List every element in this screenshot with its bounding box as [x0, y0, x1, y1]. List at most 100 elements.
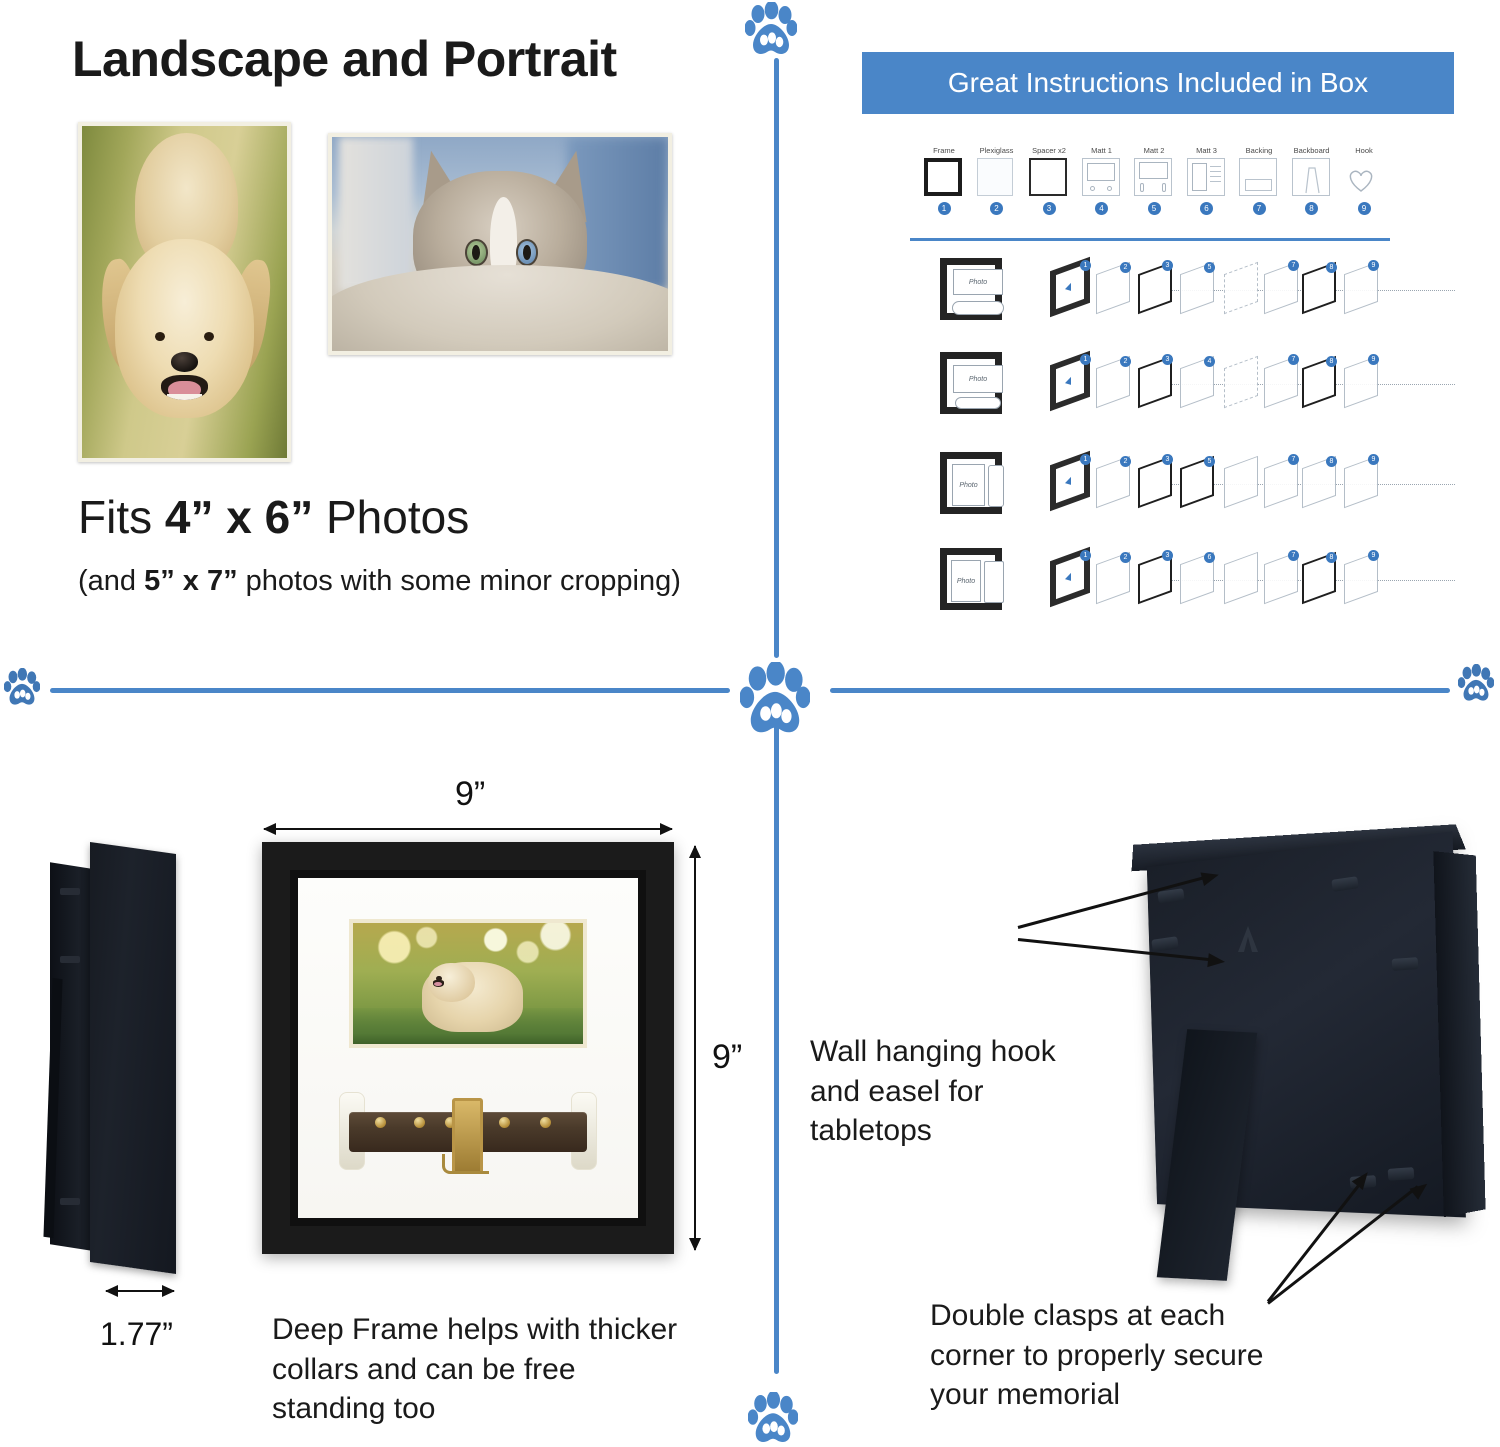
- part-hook: Hook 9: [1338, 146, 1390, 236]
- part-number: 4: [1095, 202, 1108, 215]
- note-size-value: 5” x 7”: [144, 565, 238, 597]
- collar-stud: [498, 1117, 510, 1129]
- fits-size-value: 4” x 6”: [164, 491, 314, 543]
- matt2-icon: [1134, 158, 1174, 198]
- collar-stud: [413, 1117, 425, 1129]
- assembly-thumbnail: Photo: [940, 258, 1004, 320]
- part-matt-2: Matt 2 5: [1128, 146, 1180, 236]
- part-label: Backing: [1245, 146, 1273, 155]
- photo-golden-retriever-portrait: [78, 122, 291, 462]
- dimension-label-height: 9”: [712, 1038, 743, 1076]
- photo-tabby-cat-landscape: [328, 133, 672, 355]
- part-number: 5: [1147, 202, 1161, 215]
- frame-depth-body: [90, 841, 176, 1275]
- step-number: 7: [1288, 454, 1299, 465]
- collar-tail: [442, 1154, 489, 1174]
- infographic-page: Landscape and Portrait Fits 4” x 6” Phot…: [0, 0, 1500, 1447]
- part-number: 7: [1252, 202, 1266, 215]
- plexiglass-icon: [976, 158, 1017, 198]
- part-backing: Backing 7: [1233, 146, 1285, 236]
- step-number: 1: [1080, 454, 1091, 465]
- caption-double-clasps: Double clasps at each corner to properly…: [930, 1299, 1264, 1412]
- step-number: 7: [1288, 260, 1299, 271]
- part-label: Frame: [933, 146, 955, 155]
- part-spacer: Spacer x2 3: [1023, 146, 1075, 236]
- backing-icon: [1239, 158, 1279, 198]
- frame-side-view: [38, 838, 188, 1278]
- step-number: 8: [1326, 552, 1337, 563]
- displayed-pet-collar: [338, 1089, 598, 1177]
- assembly-thumb-collar: [955, 397, 1001, 409]
- step-number: 3: [1162, 354, 1173, 365]
- step-number: 7: [1288, 354, 1299, 365]
- part-label: Matt 2: [1143, 146, 1165, 155]
- assembly-thumb-photo-label: Photo: [953, 365, 1003, 393]
- parts-list-rule: [910, 238, 1390, 241]
- fits-photo-size-note: (and 5” x 7” photos with some minor crop…: [78, 565, 681, 598]
- frame-matboard: [298, 878, 638, 1218]
- section-frame-back: Wall hanging hook and easel for tabletop…: [790, 720, 1500, 1447]
- part-plexiglass: Plexiglass 2: [971, 146, 1023, 236]
- part-number: 6: [1200, 202, 1213, 215]
- step-number: 9: [1368, 454, 1379, 465]
- step-number: 3: [1162, 550, 1173, 561]
- part-label: Backboard: [1293, 146, 1330, 155]
- part-frame: Frame 1: [918, 146, 970, 236]
- instructions-banner: Great Instructions Included in Box: [862, 52, 1454, 114]
- step-number: 8: [1326, 356, 1337, 367]
- frame-front-view: [262, 842, 674, 1254]
- part-number: 2: [990, 202, 1003, 215]
- step-number: 8: [1326, 262, 1337, 273]
- part-number: 8: [1305, 202, 1318, 215]
- hook-icon: [1344, 158, 1384, 198]
- assembly-thumb-collar: [952, 301, 1004, 315]
- assembly-exploded-view: 1 2 3 5 7 8 9: [1050, 450, 1455, 518]
- assembly-exploded-view: 1 2 3 4 7 8 9: [1050, 350, 1455, 418]
- paw-print-icon-right-edge: [1458, 664, 1494, 701]
- note-prefix: (and: [78, 565, 145, 597]
- paw-print-icon-left-edge: [4, 668, 40, 705]
- assembly-thumb-photo-label: Photo: [951, 560, 981, 602]
- step-number: 2: [1120, 552, 1131, 563]
- spacer-icon: [1029, 158, 1069, 198]
- part-label: Plexiglass: [979, 146, 1014, 155]
- part-backboard: Backboard 8: [1286, 146, 1338, 236]
- step-number: 2: [1120, 456, 1131, 467]
- part-matt-1: Matt 1 4: [1076, 146, 1128, 236]
- step-number: 9: [1368, 354, 1379, 365]
- step-number: 1: [1080, 354, 1091, 365]
- framed-dog-photo: [349, 918, 587, 1048]
- fits-photo-size-line: Fits 4” x 6” Photos: [78, 490, 469, 544]
- dimension-arrow-depth: [105, 1285, 175, 1297]
- assembly-thumb-photo-label: Photo: [953, 269, 1003, 295]
- collar-stud: [374, 1117, 386, 1129]
- assembly-exploded-view: 1 2 3 6 7 8 9: [1050, 546, 1455, 614]
- clasp-icon: [1387, 1167, 1415, 1181]
- part-label: Hook: [1355, 146, 1373, 155]
- caption-wall-hook-easel: Wall hanging hook and easel for tabletop…: [810, 1035, 1056, 1148]
- note-suffix: photos with some minor cropping): [237, 565, 681, 597]
- vertical-divider-top: [774, 58, 779, 658]
- frame-icon: [924, 158, 964, 198]
- step-number: 6: [1204, 552, 1215, 563]
- page-title: Landscape and Portrait: [72, 31, 617, 87]
- part-label: Matt 1: [1091, 146, 1112, 155]
- assembly-thumb-photo-label: Photo: [952, 464, 985, 506]
- dimension-arrow-height: [689, 845, 701, 1251]
- step-number: 9: [1368, 260, 1379, 271]
- step-number: 5: [1204, 262, 1215, 273]
- horizontal-divider-right: [830, 688, 1450, 693]
- fits-prefix: Fits: [78, 491, 165, 543]
- dimension-label-width: 9”: [455, 775, 486, 813]
- step-number: 7: [1288, 550, 1299, 561]
- assembly-thumbnail: Photo: [940, 352, 1003, 414]
- parts-list: Frame 1 Plexiglass 2 Spacer x2 3 Matt 1 …: [918, 146, 1390, 236]
- step-number: 5: [1204, 456, 1215, 467]
- assembly-exploded-view: 1 2 3 5 7 8 9: [1050, 256, 1455, 324]
- horizontal-divider-left: [50, 688, 730, 693]
- clasp-icon: [1391, 957, 1419, 971]
- matt3-icon: [1186, 158, 1227, 198]
- step-number: 2: [1120, 356, 1131, 367]
- step-number: 3: [1162, 454, 1173, 465]
- part-label: Spacer x2: [1032, 146, 1066, 155]
